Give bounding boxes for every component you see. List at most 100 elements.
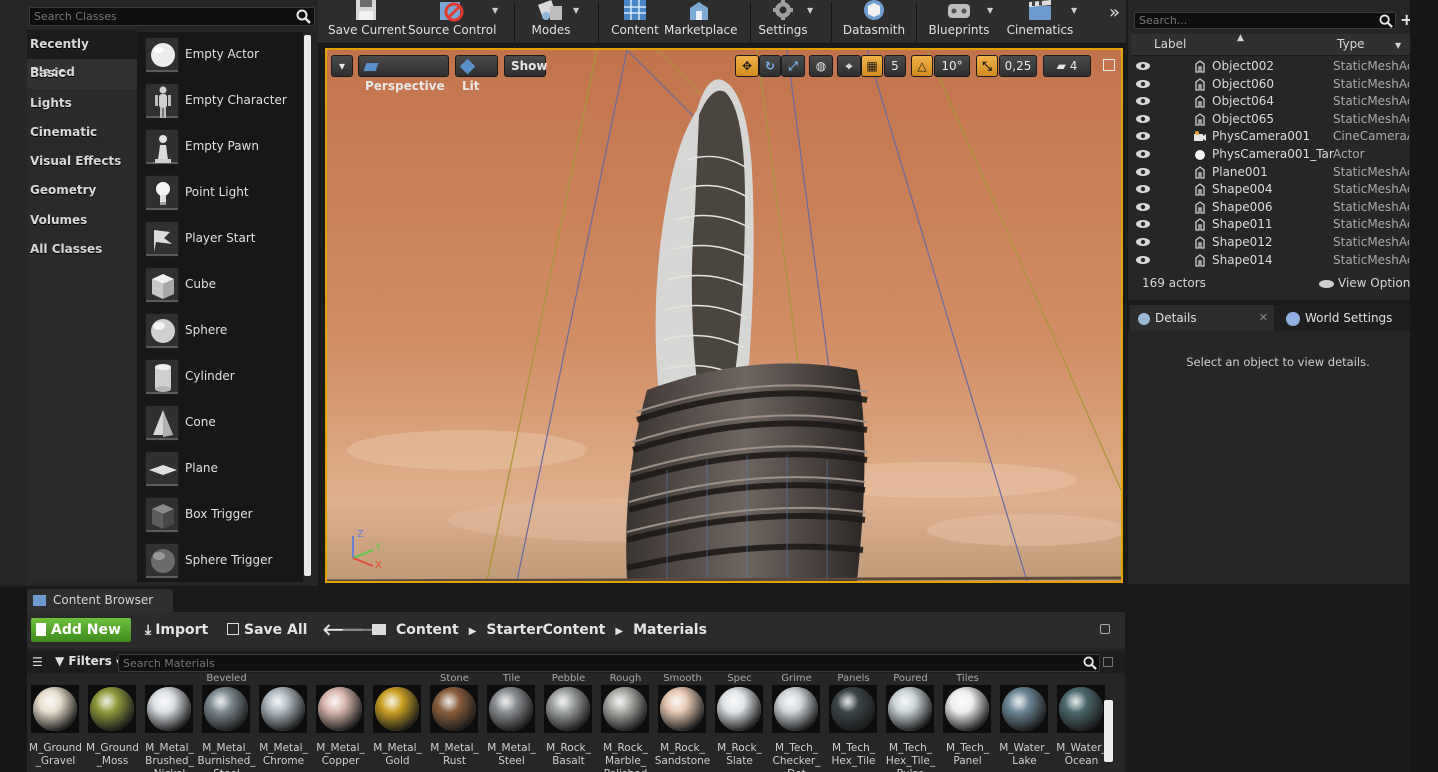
rotation-snap-toggle[interactable]: △ bbox=[911, 55, 933, 77]
blueprints-dropdown-icon[interactable]: ▼ bbox=[987, 6, 993, 15]
visibility-eye-icon[interactable] bbox=[1135, 254, 1151, 266]
place-item-sphere[interactable]: Sphere bbox=[137, 308, 303, 354]
material-asset-tile[interactable]: M_Water_ Ocean bbox=[1053, 673, 1107, 772]
material-asset-tile[interactable]: M_Metal_ Chrome bbox=[255, 673, 312, 772]
place-item-sphere-trigger[interactable]: Sphere Trigger bbox=[137, 538, 303, 584]
outliner-row[interactable]: Shape011 StaticMeshAc bbox=[1131, 216, 1410, 234]
category-geometry[interactable]: Geometry bbox=[27, 176, 137, 205]
chevron-right-icon[interactable]: ▶ bbox=[469, 626, 477, 637]
lit-button[interactable]: Lit bbox=[455, 55, 498, 93]
asset-grid-scrollbar[interactable] bbox=[1104, 700, 1113, 762]
column-label-header[interactable]: Label bbox=[1154, 37, 1186, 51]
outliner-row[interactable]: Object064 StaticMeshAc bbox=[1131, 93, 1410, 111]
outliner-row[interactable]: Object065 StaticMeshAc bbox=[1131, 111, 1410, 129]
place-item-cylinder[interactable]: Cylinder bbox=[137, 354, 303, 400]
visibility-eye-icon[interactable] bbox=[1135, 60, 1151, 72]
category-volumes[interactable]: Volumes bbox=[27, 206, 137, 235]
content-search-input[interactable] bbox=[119, 655, 1099, 671]
outliner-row[interactable]: Shape004 StaticMeshAc bbox=[1131, 181, 1410, 199]
settings-button[interactable]: Settings bbox=[754, 0, 812, 44]
place-search-input[interactable] bbox=[30, 8, 314, 25]
place-item-plane[interactable]: Plane bbox=[137, 446, 303, 492]
material-asset-tile[interactable]: Rough M_Rock_ Marble_ Polished bbox=[597, 673, 654, 772]
outliner-row[interactable]: Shape014 StaticMeshAc bbox=[1131, 252, 1410, 270]
content-button[interactable]: Content bbox=[605, 0, 665, 44]
material-asset-tile[interactable]: Grime M_Tech_ Checker_ Dot bbox=[768, 673, 825, 772]
tab-content-browser[interactable]: Content Browser bbox=[27, 589, 173, 612]
search-icon[interactable] bbox=[1379, 14, 1393, 28]
place-item-box-trigger[interactable]: Box Trigger bbox=[137, 492, 303, 538]
close-icon[interactable]: ✕ bbox=[1259, 305, 1268, 331]
grid-snap-toggle[interactable]: ▦ bbox=[861, 55, 883, 77]
chevron-down-icon[interactable]: ▼ bbox=[1395, 41, 1401, 50]
visibility-eye-icon[interactable] bbox=[1135, 201, 1151, 213]
rotation-snap-value[interactable]: 10° bbox=[934, 55, 970, 77]
outliner-row[interactable]: PhysCamera001 CineCameraA bbox=[1131, 128, 1410, 146]
material-asset-tile[interactable]: Spec M_Rock_ Slate bbox=[711, 673, 768, 772]
category-all-classes[interactable]: All Classes bbox=[27, 235, 137, 264]
outliner-row[interactable]: Object002 StaticMeshAc bbox=[1131, 58, 1410, 76]
world-local-toggle[interactable]: ◍ bbox=[809, 55, 833, 77]
scale-snap-toggle[interactable]: ⤡ bbox=[976, 55, 998, 77]
cinematics-dropdown-icon[interactable]: ▼ bbox=[1071, 6, 1077, 15]
visibility-eye-icon[interactable] bbox=[1135, 183, 1151, 195]
marketplace-button[interactable]: Marketplace bbox=[664, 0, 738, 44]
material-asset-tile[interactable]: M_Metal_ Copper bbox=[312, 673, 369, 772]
material-asset-tile[interactable]: Poured M_Tech_ Hex_Tile_ Pulse bbox=[882, 673, 939, 772]
category-recently-placed[interactable]: Recently Placed bbox=[27, 30, 137, 79]
visibility-eye-icon[interactable] bbox=[1135, 95, 1151, 107]
visibility-eye-icon[interactable] bbox=[1135, 78, 1151, 90]
filters-button[interactable]: ▼ Filters ▼ bbox=[55, 654, 122, 668]
column-type-header[interactable]: Type bbox=[1337, 37, 1365, 51]
maximize-viewport-icon[interactable] bbox=[1103, 59, 1115, 71]
modes-dropdown-icon[interactable]: ▼ bbox=[573, 6, 579, 15]
breadcrumb-starter-content[interactable]: StarterContent bbox=[486, 622, 605, 638]
outliner-row[interactable]: Plane001 StaticMeshAc bbox=[1131, 164, 1410, 182]
visibility-eye-icon[interactable] bbox=[1135, 113, 1151, 125]
material-asset-tile[interactable]: Beveled M_Metal_ Burnished_ Steel bbox=[197, 673, 255, 772]
outliner-row[interactable]: PhysCamera001_TargeActor bbox=[1131, 146, 1410, 164]
outliner-search-input[interactable] bbox=[1135, 13, 1395, 28]
outliner-row[interactable]: Shape006 StaticMeshAc bbox=[1131, 199, 1410, 217]
outliner-row[interactable]: Shape012 StaticMeshAc bbox=[1131, 234, 1410, 252]
place-item-point-light[interactable]: Point Light bbox=[137, 170, 303, 216]
save-search-icon[interactable] bbox=[1103, 657, 1113, 667]
search-icon[interactable] bbox=[1083, 656, 1097, 670]
camera-speed-button[interactable]: ▰ 4 bbox=[1043, 55, 1091, 77]
outliner-search-field[interactable] bbox=[1134, 12, 1396, 29]
category-basic[interactable]: Basic bbox=[27, 59, 137, 89]
material-asset-tile[interactable]: M_Metal_ Brushed_ Nickel bbox=[141, 673, 198, 772]
material-asset-tile[interactable]: Tiles M_Tech_ Panel bbox=[939, 673, 996, 772]
scale-snap-value[interactable]: 0,25 bbox=[999, 55, 1037, 77]
visibility-eye-icon[interactable] bbox=[1135, 218, 1151, 230]
datasmith-button[interactable]: Datasmith bbox=[838, 0, 910, 44]
settings-dropdown-icon[interactable]: ▼ bbox=[807, 6, 813, 15]
place-item-empty-character[interactable]: Empty Character bbox=[137, 78, 303, 124]
search-icon[interactable] bbox=[296, 9, 311, 24]
grid-snap-value[interactable]: 5 bbox=[884, 55, 906, 77]
source-control-dropdown-icon[interactable]: ▼ bbox=[492, 6, 498, 15]
material-asset-tile[interactable]: Panels M_Tech_ Hex_Tile bbox=[825, 673, 882, 772]
viewport-options-button[interactable]: ▾ bbox=[331, 55, 353, 77]
source-control-button[interactable]: Source Control bbox=[408, 0, 496, 44]
surface-snapping-button[interactable]: ⌖ bbox=[837, 55, 861, 77]
category-cinematic[interactable]: Cinematic bbox=[27, 118, 137, 147]
chevron-right-icon[interactable]: ▶ bbox=[615, 626, 623, 637]
visibility-eye-icon[interactable] bbox=[1135, 166, 1151, 178]
sources-toggle-icon[interactable]: ☰ bbox=[32, 655, 43, 669]
place-item-empty-actor[interactable]: Empty Actor bbox=[137, 32, 303, 78]
place-list-scrollbar[interactable] bbox=[304, 35, 311, 576]
place-item-cube[interactable]: Cube bbox=[137, 262, 303, 308]
translate-mode-button[interactable]: ✥ bbox=[735, 55, 759, 77]
place-search-field[interactable] bbox=[29, 7, 315, 26]
scale-mode-button[interactable]: ⤢ bbox=[781, 55, 805, 77]
show-button[interactable]: Show bbox=[504, 55, 548, 77]
import-button[interactable]: ⤓ Import bbox=[145, 618, 208, 642]
tab-details[interactable]: Details ✕ bbox=[1130, 305, 1274, 331]
outliner-row[interactable]: Object060 StaticMeshAc bbox=[1131, 76, 1410, 94]
visibility-eye-icon[interactable] bbox=[1135, 236, 1151, 248]
save-all-button[interactable]: Save All bbox=[227, 618, 307, 642]
add-new-button[interactable]: Add New ▼ bbox=[31, 618, 131, 661]
material-asset-tile[interactable]: M_Ground _Gravel bbox=[27, 673, 84, 772]
place-item-player-start[interactable]: Player Start bbox=[137, 216, 303, 262]
